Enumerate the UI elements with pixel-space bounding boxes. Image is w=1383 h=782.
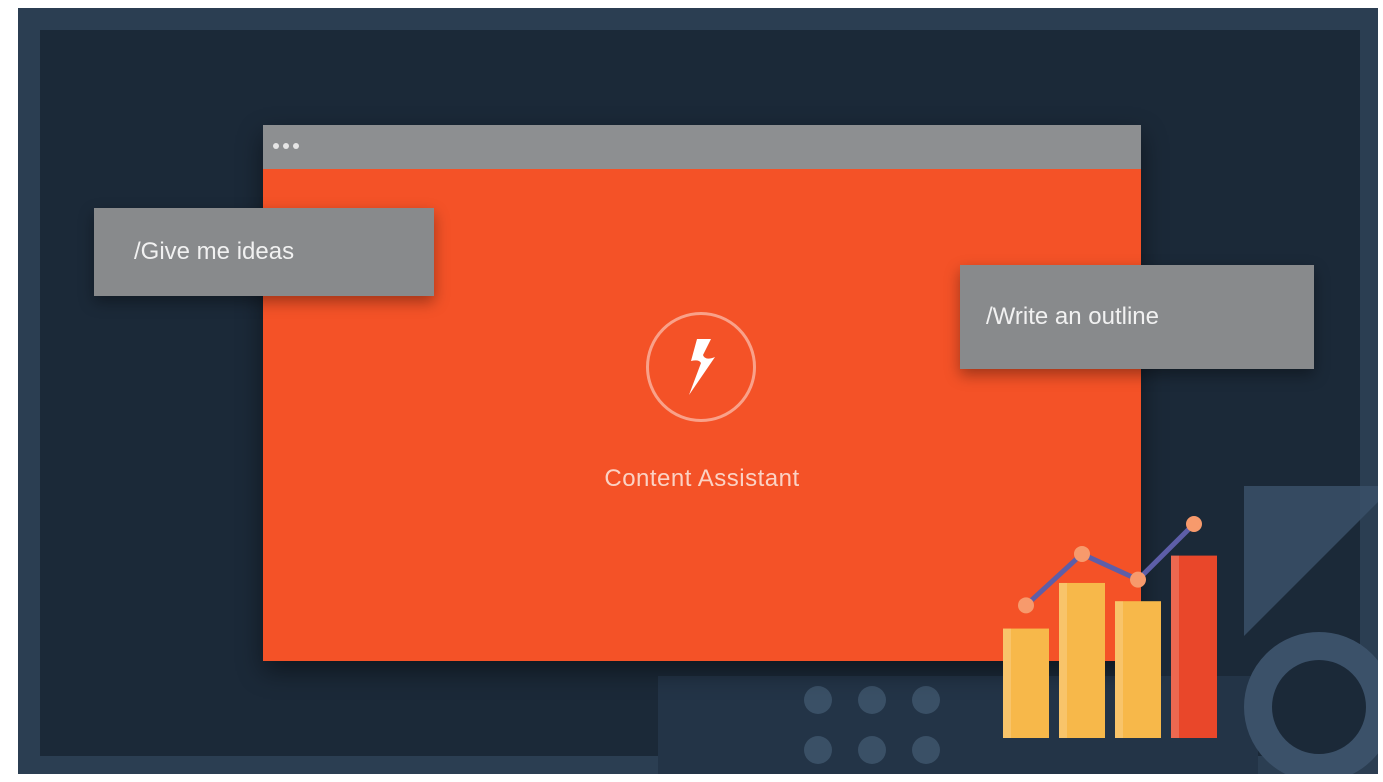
window-control-dot: [293, 143, 299, 149]
dot: [912, 736, 940, 764]
window-titlebar: [263, 125, 1141, 169]
assistant-label: Content Assistant: [604, 465, 800, 492]
trend-point: [1074, 545, 1090, 562]
trend-point: [1186, 516, 1202, 532]
dot: [804, 686, 832, 714]
trend-line: [1024, 522, 1196, 608]
window-control-dot: [273, 143, 279, 149]
decorative-triangle: [1244, 486, 1378, 636]
dot: [858, 686, 886, 714]
dot: [804, 736, 832, 764]
command-chip-outline: /Write an outline: [960, 265, 1314, 369]
dot: [912, 686, 940, 714]
trend-point: [1018, 597, 1034, 614]
window-controls: [273, 143, 299, 149]
lightning-bolt-icon: [689, 339, 715, 395]
chart-bar-highlight: [1115, 601, 1123, 738]
command-label: /Write an outline: [986, 303, 1159, 330]
trend-point: [1130, 571, 1146, 588]
bar-chart-illustration: [1003, 516, 1217, 738]
window-control-dot: [283, 143, 289, 149]
decorative-dot-grid: [804, 686, 940, 764]
chart-bar-highlight: [1171, 555, 1179, 738]
dot: [858, 736, 886, 764]
chart-bar-highlight: [1059, 582, 1067, 738]
command-label: /Give me ideas: [134, 238, 295, 265]
assistant-badge: [646, 312, 756, 422]
command-chip-ideas: /Give me ideas: [94, 208, 434, 296]
chart-bar-highlight: [1003, 628, 1011, 738]
